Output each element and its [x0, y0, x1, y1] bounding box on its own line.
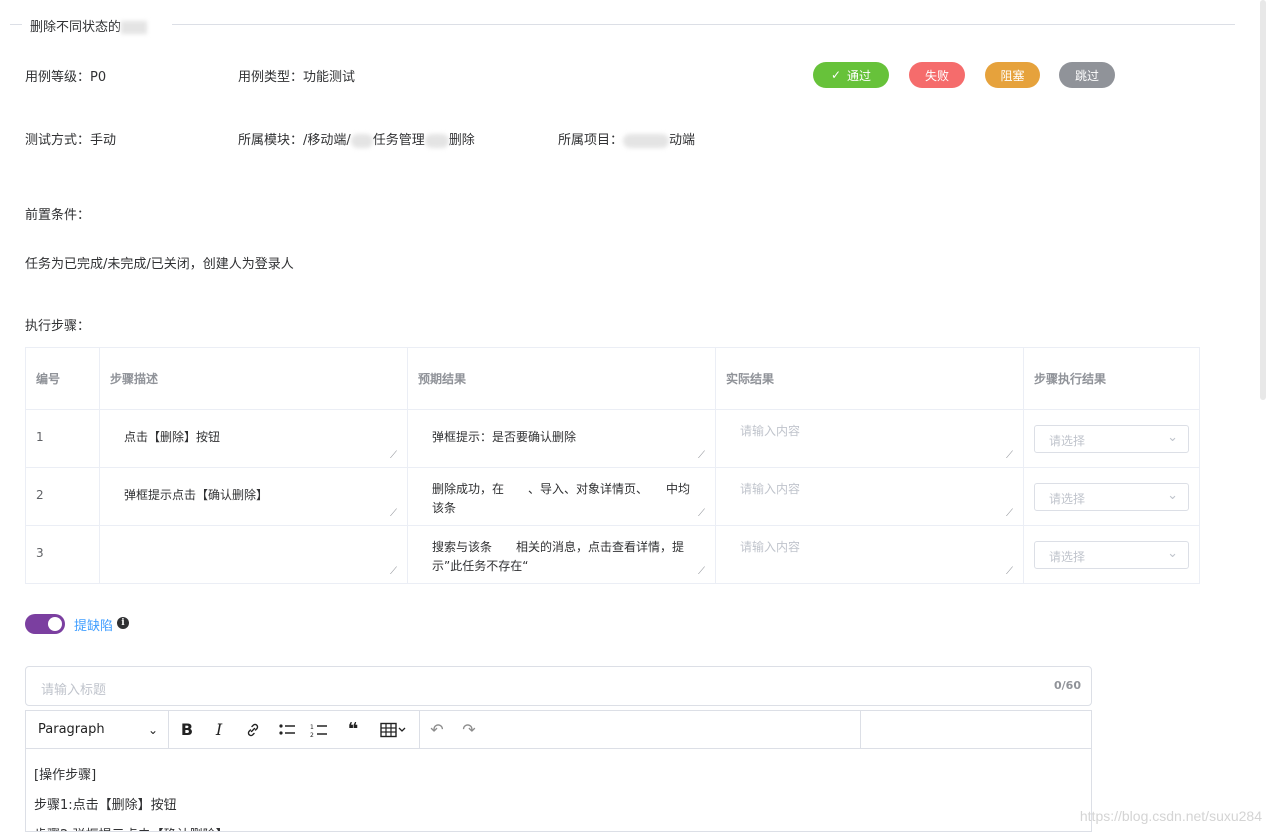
toolbar-divider: [860, 711, 861, 748]
toolbar-divider: [168, 711, 169, 748]
redacted-text: [121, 21, 148, 34]
precondition-text: 任务为已完成/未完成/已关闭，创建人为登录人: [25, 257, 294, 272]
resize-handle-icon[interactable]: ⟋: [1006, 566, 1013, 577]
step-result-select[interactable]: 请选择 ⌄: [1034, 541, 1189, 569]
table-row: 1 点击【删除】按钮 ⟋ 弹框提示：是否要确认删除 ⟋ 请输入内容 ⟋ 请选择 ⌄: [25, 409, 1200, 468]
step-result-cell: 请选择 ⌄: [1023, 409, 1200, 468]
steps-label: 执行步骤：: [25, 319, 91, 334]
scrollbar[interactable]: [1260, 0, 1266, 400]
divider: [172, 24, 1235, 25]
fail-button[interactable]: 失败: [909, 62, 965, 88]
redacted-text: [623, 133, 670, 148]
divider: [10, 24, 22, 25]
column-header: 编号: [25, 347, 100, 410]
block-button[interactable]: 阻塞: [985, 62, 1040, 88]
resize-handle-icon[interactable]: ⟋: [698, 508, 705, 519]
skip-button[interactable]: 跳过: [1059, 62, 1115, 88]
svg-text:2: 2: [310, 732, 314, 738]
module-path: 所属模块：/移动端/任务管理 删除: [238, 133, 475, 148]
actual-result-textarea[interactable]: 请输入内容 ⟋: [715, 525, 1024, 584]
resize-handle-icon[interactable]: ⟋: [698, 566, 705, 577]
chevron-down-icon: ⌄: [1167, 430, 1178, 445]
resize-handle-icon[interactable]: ⟋: [698, 450, 705, 461]
italic-icon[interactable]: I: [208, 711, 230, 748]
expected-textarea[interactable]: 搜索与该条 相关的消息，点击查看详情，提示”此任务不存在“ ⟋: [407, 525, 716, 584]
step-result-select[interactable]: 请选择 ⌄: [1034, 425, 1189, 453]
test-method: 测试方式：手动: [25, 133, 117, 148]
toggle-knob: [48, 617, 62, 631]
resize-handle-icon[interactable]: ⟋: [390, 508, 397, 519]
chevron-down-icon: ⌄: [1167, 488, 1178, 503]
precondition-label: 前置条件：: [25, 208, 91, 223]
case-type: 用例类型：功能测试: [238, 70, 356, 85]
bold-icon[interactable]: B: [176, 711, 198, 748]
expected-textarea[interactable]: 弹框提示：是否要确认删除 ⟋: [407, 409, 716, 468]
actual-result-textarea[interactable]: 请输入内容 ⟋: [715, 467, 1024, 526]
redacted-text: [424, 133, 449, 148]
redo-icon[interactable]: ↷: [458, 711, 480, 748]
chevron-down-icon: ⌄: [147, 722, 158, 737]
column-header: 实际结果: [715, 347, 1024, 410]
step-number: 1: [25, 409, 100, 468]
step-desc-textarea[interactable]: 弹框提示点击【确认删除】 ⟋: [99, 467, 408, 526]
svg-text:1: 1: [310, 724, 314, 731]
table-icon[interactable]: [376, 711, 410, 748]
table-row: 3 ⟋ 搜索与该条 相关的消息，点击查看详情，提示”此任务不存在“ ⟋ 请输入内容…: [25, 525, 1200, 584]
quote-icon[interactable]: ❝: [342, 711, 364, 748]
actual-result-textarea[interactable]: 请输入内容 ⟋: [715, 409, 1024, 468]
check-icon: ✓: [830, 68, 842, 82]
table-header-row: 编号 步骤描述 预期结果 实际结果 步骤执行结果: [25, 347, 1200, 410]
step-number: 3: [25, 525, 100, 584]
editor-content[interactable]: [操作步骤] 步骤1:点击【删除】按钮 步骤2:弹框提示点击【确认删除】: [26, 749, 1091, 831]
title-placeholder: 请输入标题: [41, 683, 107, 698]
rich-text-editor: Paragraph ⌄ B I 12 ❝ ↶ ↷ [操作步骤] 步骤1:点击【删除…: [25, 710, 1092, 832]
step-result-cell: 请选择 ⌄: [1023, 467, 1200, 526]
block-format-select[interactable]: Paragraph ⌄: [38, 711, 158, 748]
editor-line: 步骤1:点击【删除】按钮: [34, 798, 177, 813]
project: 所属项目： 动端: [558, 133, 696, 148]
pass-button[interactable]: ✓ 通过: [813, 62, 889, 88]
case-level: 用例等级：P0: [25, 70, 107, 85]
defect-title-input[interactable]: 请输入标题 0/60: [25, 666, 1092, 706]
redacted-text: [350, 133, 373, 148]
step-result-cell: 请选择 ⌄: [1023, 525, 1200, 584]
resize-handle-icon[interactable]: ⟋: [390, 450, 397, 461]
defect-toggle[interactable]: [25, 614, 65, 634]
char-count: 0/60: [1054, 679, 1081, 692]
info-icon[interactable]: i: [117, 617, 129, 629]
undo-icon[interactable]: ↶: [426, 711, 448, 748]
editor-toolbar: Paragraph ⌄ B I 12 ❝ ↶ ↷: [26, 711, 1091, 749]
chevron-down-icon: ⌄: [1167, 546, 1178, 561]
watermark: https://blog.csdn.net/suxu284: [1079, 808, 1262, 824]
step-number: 2: [25, 467, 100, 526]
resize-handle-icon[interactable]: ⟋: [390, 566, 397, 577]
toolbar-divider: [419, 711, 420, 748]
editor-line: [操作步骤]: [34, 768, 97, 783]
steps-table: 编号 步骤描述 预期结果 实际结果 步骤执行结果 1 点击【删除】按钮 ⟋ 弹框提…: [25, 347, 1200, 584]
defect-label[interactable]: 提缺陷: [74, 615, 113, 634]
step-result-select[interactable]: 请选择 ⌄: [1034, 483, 1189, 511]
table-row: 2 弹框提示点击【确认删除】 ⟋ 删除成功，在 、导入、对象详情页、 中均 该条 ⟋…: [25, 467, 1200, 526]
column-header: 预期结果: [407, 347, 716, 410]
step-desc-textarea[interactable]: 点击【删除】按钮 ⟋: [99, 409, 408, 468]
numbered-list-icon[interactable]: 12: [308, 711, 330, 748]
section-header: 删除不同状态的: [0, 14, 1235, 35]
step-desc-textarea[interactable]: ⟋: [99, 525, 408, 584]
bullet-list-icon[interactable]: [276, 711, 298, 748]
link-icon[interactable]: [242, 711, 264, 748]
resize-handle-icon[interactable]: ⟋: [1006, 450, 1013, 461]
editor-line: 步骤2:弹框提示点击【确认删除】: [34, 821, 1083, 831]
column-header: 步骤执行结果: [1023, 347, 1200, 410]
resize-handle-icon[interactable]: ⟋: [1006, 508, 1013, 519]
column-header: 步骤描述: [99, 347, 408, 410]
case-title: 删除不同状态的: [30, 16, 148, 35]
expected-textarea[interactable]: 删除成功，在 、导入、对象详情页、 中均 该条 ⟋: [407, 467, 716, 526]
